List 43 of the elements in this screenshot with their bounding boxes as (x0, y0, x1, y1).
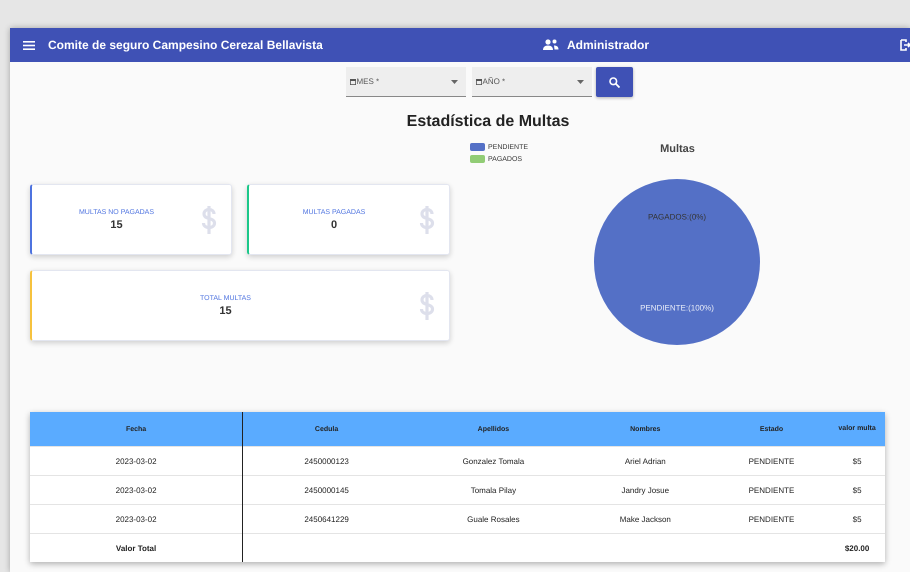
total-value: $20.00 (829, 534, 885, 562)
table-cell: 2450641229 (242, 504, 410, 534)
table-cell: 2023-03-02 (30, 446, 243, 476)
total-label: Valor Total (30, 534, 243, 562)
table-cell: $5 (829, 476, 885, 504)
table-cell: 2023-03-02 (30, 504, 243, 534)
calendar-icon (350, 78, 356, 84)
chart-title: Multas (659, 143, 696, 155)
table-cell: PENDIENTE (714, 504, 830, 534)
calendar-icon (476, 78, 482, 84)
table-cell: 2450000145 (242, 476, 410, 504)
users-icon (543, 39, 559, 51)
table-cell: Jandry Josue (576, 476, 714, 504)
table-cell: Guale Rosales (410, 504, 577, 534)
slice-label: PAGADOS:(0%) (648, 212, 706, 222)
select-field[interactable]: AÑO * (472, 67, 592, 97)
app-title: Comite de seguro Campesino Cerezal Bellavista (48, 38, 323, 52)
user-role: Administrador (567, 38, 650, 52)
search-icon (608, 76, 620, 88)
dropdown-caret-icon (450, 80, 458, 84)
card-value: 15 (219, 304, 232, 316)
table-cell: 2023-03-02 (30, 476, 243, 504)
table-cell: 2450000123 (242, 446, 410, 476)
dollar-icon (419, 206, 435, 234)
table-cell: Ariel Adrian (576, 446, 714, 476)
logout-icon[interactable] (900, 39, 910, 51)
table-cell: $5 (829, 504, 885, 534)
table-cell: Make Jackson (576, 504, 714, 534)
table-cell: PENDIENTE (714, 476, 830, 504)
table-cell: Gonzalez Tomala (410, 446, 577, 476)
card-value: 0 (330, 218, 338, 230)
table-cell: Tomala Pilay (410, 476, 577, 504)
dollar-icon (201, 206, 217, 234)
menu-icon[interactable] (23, 40, 35, 50)
slice-label: PENDIENTE:(100%) (640, 304, 714, 313)
card-value: 15 (110, 218, 123, 230)
table-cell: $5 (829, 446, 885, 476)
table-cell: PENDIENTE (714, 446, 830, 476)
search-button[interactable] (596, 67, 632, 97)
dollar-icon (419, 292, 435, 320)
dropdown-caret-icon (576, 80, 584, 84)
page-title: Estadística de Multas (406, 113, 570, 131)
select-field[interactable]: MES * (346, 67, 466, 97)
